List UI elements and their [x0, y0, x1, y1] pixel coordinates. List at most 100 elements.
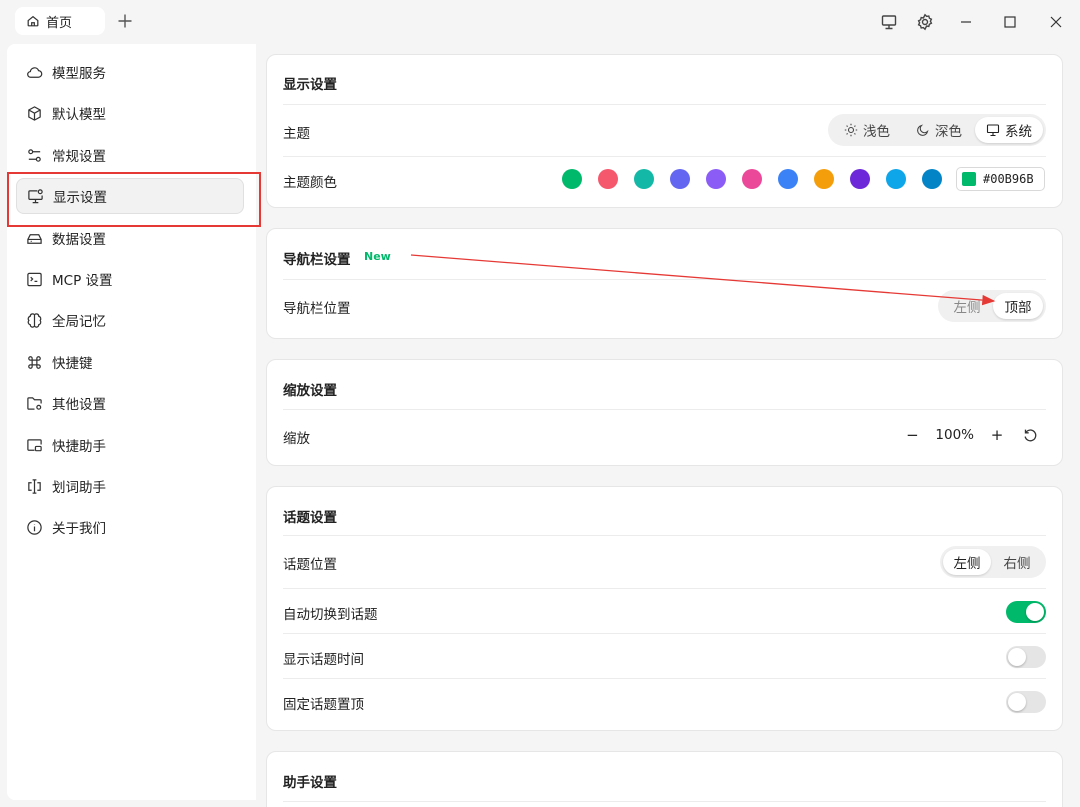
- cloud-icon: [26, 64, 43, 81]
- tab-label: 首页: [46, 15, 73, 31]
- sidebar-item-label: 划词助手: [52, 480, 106, 496]
- sidebar-item-label: 关于我们: [52, 521, 106, 537]
- color-swatch[interactable]: [598, 169, 618, 189]
- show-time-toggle[interactable]: [1006, 646, 1046, 668]
- sliders-icon: [26, 147, 43, 164]
- topic-position-row: 话题位置 左侧 右侧: [283, 535, 1046, 588]
- row-label: 主题颜色: [283, 175, 337, 191]
- sidebar-item-label: 常规设置: [52, 149, 106, 165]
- sidebar-item-other[interactable]: 其他设置: [16, 385, 244, 421]
- title-bar: 首页: [0, 0, 1080, 44]
- pin-topic-row: 固定话题置顶: [283, 678, 1046, 731]
- color-swatch[interactable]: [778, 169, 798, 189]
- zoom-settings-card: 缩放设置 缩放 − 100% +: [266, 359, 1063, 466]
- topic-position-segmented: 左侧 右侧: [940, 546, 1046, 578]
- show-time-row: 显示话题时间: [283, 633, 1046, 678]
- close-icon[interactable]: [1045, 11, 1067, 33]
- theme-option-light[interactable]: 浅色: [831, 117, 903, 143]
- divider: [283, 801, 1046, 802]
- sidebar-item-label: 数据设置: [52, 232, 106, 248]
- zoom-value: 100%: [935, 427, 974, 443]
- new-badge: New: [364, 250, 391, 263]
- home-icon: [26, 14, 40, 28]
- theme-color-row: 主题颜色 #00B96B: [283, 156, 1046, 208]
- plus-icon[interactable]: [116, 12, 134, 30]
- sidebar-item-memory[interactable]: 全局记忆: [16, 302, 244, 338]
- sidebar-item-label: 全局记忆: [52, 314, 106, 330]
- color-swatch[interactable]: [850, 169, 870, 189]
- sidebar-item-quick-assistant[interactable]: 快捷助手: [16, 427, 244, 463]
- pin-topic-toggle[interactable]: [1006, 691, 1046, 713]
- row-label: 话题位置: [283, 557, 337, 573]
- hex-color-input[interactable]: #00B96B: [956, 167, 1045, 191]
- highlight-box: [7, 172, 261, 227]
- brain-icon: [26, 312, 43, 329]
- theme-option-dark[interactable]: 深色: [903, 117, 975, 143]
- sidebar-item-model-service[interactable]: 模型服务: [16, 54, 244, 90]
- sidebar-item-label: MCP 设置: [52, 273, 113, 289]
- row-label: 显示话题时间: [283, 652, 364, 668]
- row-label: 固定话题置顶: [283, 697, 364, 713]
- color-preview-swatch: [962, 172, 976, 186]
- moon-icon: [916, 123, 930, 137]
- terminal-icon: [26, 271, 43, 288]
- cube-icon: [26, 105, 43, 122]
- hex-value: #00B96B: [983, 172, 1034, 186]
- row-label: 导航栏位置: [283, 301, 351, 317]
- sidebar-item-mcp[interactable]: MCP 设置: [16, 261, 244, 297]
- zoom-in-button[interactable]: +: [988, 426, 1006, 444]
- auto-switch-row: 自动切换到话题: [283, 588, 1046, 633]
- minimize-icon[interactable]: [955, 11, 977, 33]
- card-title: 话题设置: [283, 510, 337, 526]
- monitor-icon: [986, 123, 1000, 137]
- settings-content: 显示设置 主题 浅色 深色 系统 主题颜色 #00B96B 导航栏设置 New …: [256, 44, 1080, 807]
- sidebar-item-default-model[interactable]: 默认模型: [16, 95, 244, 131]
- navbar-settings-card: 导航栏设置 New 导航栏位置 左侧 顶部: [266, 228, 1063, 339]
- color-swatch[interactable]: [742, 169, 762, 189]
- color-swatch[interactable]: [922, 169, 942, 189]
- theme-segmented-control: 浅色 深色 系统: [828, 114, 1046, 146]
- auto-switch-toggle[interactable]: [1006, 601, 1046, 623]
- color-swatch[interactable]: [814, 169, 834, 189]
- color-swatch[interactable]: [706, 169, 726, 189]
- info-icon: [26, 519, 43, 536]
- row-label: 缩放: [283, 431, 310, 447]
- text-cursor-icon: [26, 478, 43, 495]
- assistant-settings-card: 助手设置: [266, 751, 1063, 807]
- gear-icon[interactable]: [914, 11, 936, 33]
- sidebar-item-label: 模型服务: [52, 66, 106, 82]
- topic-settings-card: 话题设置 话题位置 左侧 右侧 自动切换到话题 显示话题时间 固定话题置顶: [266, 486, 1063, 731]
- navbar-position-row: 导航栏位置 左侧 顶部: [283, 279, 1046, 339]
- color-swatch[interactable]: [886, 169, 906, 189]
- reset-zoom-icon[interactable]: [1023, 428, 1038, 443]
- row-label: 主题: [283, 126, 310, 142]
- zoom-row: 缩放 − 100% +: [283, 409, 1046, 466]
- toggle-knob: [1008, 648, 1026, 666]
- color-swatch[interactable]: [562, 169, 582, 189]
- sidebar-item-selection-assistant[interactable]: 划词助手: [16, 468, 244, 504]
- toggle-knob: [1026, 603, 1044, 621]
- navbar-option-top[interactable]: 顶部: [993, 293, 1043, 319]
- theme-option-system[interactable]: 系统: [975, 117, 1043, 143]
- command-icon: [26, 354, 43, 371]
- card-title: 助手设置: [283, 775, 337, 791]
- navbar-position-segmented: 左侧 顶部: [938, 290, 1046, 322]
- sun-icon: [844, 123, 858, 137]
- navbar-option-left[interactable]: 左侧: [941, 293, 993, 319]
- tab-home[interactable]: 首页: [15, 7, 105, 35]
- display-settings-card: 显示设置 主题 浅色 深色 系统 主题颜色 #00B96B: [266, 54, 1063, 208]
- color-swatch[interactable]: [670, 169, 690, 189]
- color-swatch[interactable]: [634, 169, 654, 189]
- sidebar-item-shortcuts[interactable]: 快捷键: [16, 344, 244, 380]
- maximize-icon[interactable]: [999, 11, 1021, 33]
- zoom-out-button[interactable]: −: [903, 426, 921, 444]
- sidebar-item-general[interactable]: 常规设置: [16, 137, 244, 173]
- monitor-icon[interactable]: [878, 11, 900, 33]
- theme-row: 主题 浅色 深色 系统: [283, 104, 1046, 156]
- drive-icon: [26, 230, 43, 247]
- card-title: 显示设置: [283, 77, 337, 93]
- topic-option-left[interactable]: 左侧: [943, 549, 991, 575]
- sidebar-item-label: 快捷键: [52, 356, 93, 372]
- sidebar-item-about[interactable]: 关于我们: [16, 509, 244, 545]
- topic-option-right[interactable]: 右侧: [991, 549, 1043, 575]
